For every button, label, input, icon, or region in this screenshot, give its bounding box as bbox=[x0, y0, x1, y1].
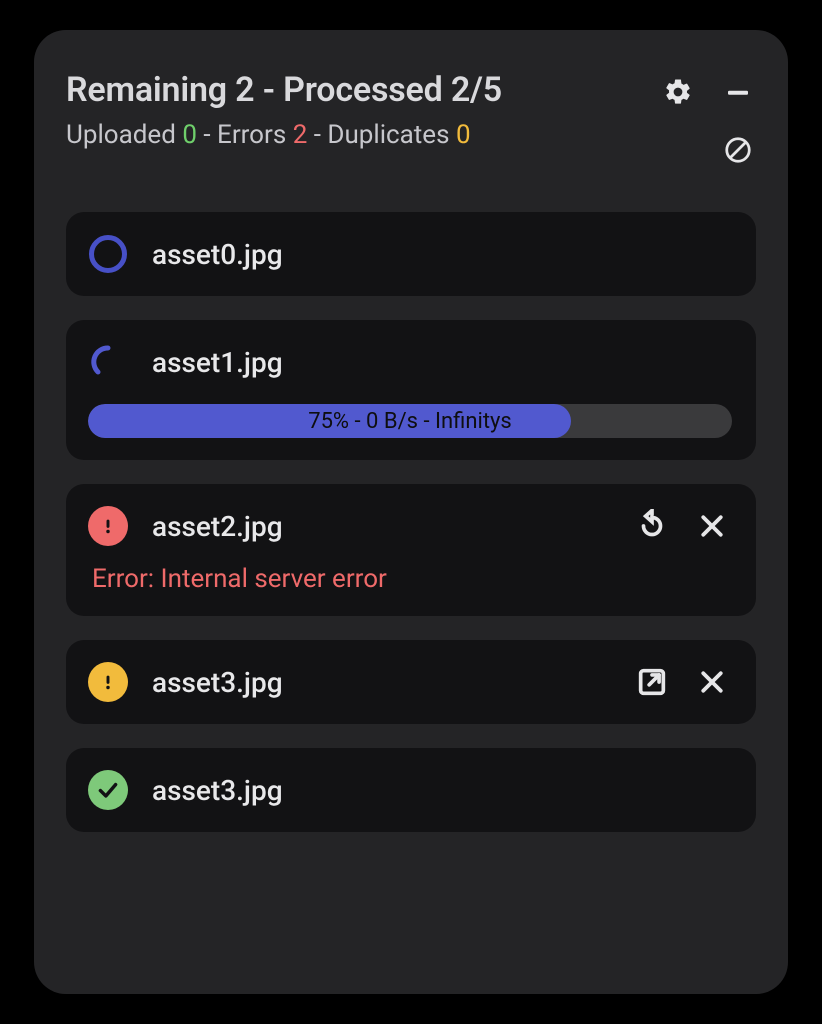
progress-label: 75% - 0 B/s - Infinitys bbox=[88, 404, 732, 438]
header-actions bbox=[660, 70, 756, 168]
uploaded-label: Uploaded bbox=[66, 120, 182, 150]
errors-count: 2 bbox=[293, 120, 308, 150]
dismiss-button[interactable] bbox=[692, 662, 732, 702]
row-main: asset1.jpg bbox=[88, 342, 732, 382]
cancel-icon bbox=[723, 135, 753, 165]
progress-bar: 75% - 0 B/s - Infinitys bbox=[88, 404, 732, 438]
dismiss-button[interactable] bbox=[692, 506, 732, 546]
file-name: asset0.jpg bbox=[152, 238, 283, 271]
errors-label: - Errors bbox=[197, 120, 293, 150]
status-uploading bbox=[88, 342, 128, 382]
row-actions bbox=[632, 506, 732, 546]
open-external-icon bbox=[635, 665, 669, 699]
header-actions-top bbox=[660, 74, 756, 110]
row-main: asset0.jpg bbox=[88, 234, 732, 274]
row-main: asset2.jpg bbox=[88, 506, 732, 546]
cancel-all-button[interactable] bbox=[720, 132, 756, 168]
error-message: Error: Internal server error bbox=[88, 564, 732, 594]
uploaded-count: 0 bbox=[182, 120, 197, 150]
close-icon bbox=[697, 667, 727, 697]
status-success bbox=[88, 770, 128, 810]
file-name: asset3.jpg bbox=[152, 666, 283, 699]
panel-header: Remaining 2 - Processed 2/5 Uploaded 0 -… bbox=[66, 70, 756, 168]
upload-row: asset1.jpg 75% - 0 B/s - Infinitys bbox=[66, 320, 756, 460]
circle-icon bbox=[89, 235, 127, 273]
file-name: asset2.jpg bbox=[152, 510, 283, 543]
settings-button[interactable] bbox=[660, 74, 696, 110]
upload-panel: Remaining 2 - Processed 2/5 Uploaded 0 -… bbox=[34, 30, 788, 994]
duplicates-count: 0 bbox=[456, 120, 471, 150]
gear-icon bbox=[663, 77, 693, 107]
minimize-icon bbox=[723, 77, 753, 107]
title: Remaining 2 - Processed 2/5 bbox=[66, 70, 502, 110]
open-button[interactable] bbox=[632, 662, 672, 702]
row-main: asset3.jpg bbox=[88, 662, 732, 702]
header-texts: Remaining 2 - Processed 2/5 Uploaded 0 -… bbox=[66, 70, 502, 150]
status-error bbox=[88, 506, 128, 546]
upload-row: asset3.jpg bbox=[66, 640, 756, 724]
upload-row: asset0.jpg bbox=[66, 212, 756, 296]
spinner-icon bbox=[90, 344, 126, 380]
file-name: asset1.jpg bbox=[152, 346, 283, 379]
exclamation-icon bbox=[97, 515, 119, 537]
status-pending bbox=[88, 234, 128, 274]
row-main: asset3.jpg bbox=[88, 770, 732, 810]
retry-icon bbox=[635, 509, 669, 543]
retry-button[interactable] bbox=[632, 506, 672, 546]
check-icon bbox=[95, 777, 121, 803]
file-name: asset3.jpg bbox=[152, 774, 283, 807]
subtitle: Uploaded 0 - Errors 2 - Duplicates 0 bbox=[66, 120, 502, 150]
exclamation-icon bbox=[97, 671, 119, 693]
upload-list: asset0.jpg asset1.jpg 75% - 0 B/s - Infi… bbox=[66, 212, 756, 832]
close-icon bbox=[697, 511, 727, 541]
upload-row: asset3.jpg bbox=[66, 748, 756, 832]
row-actions bbox=[632, 662, 732, 702]
duplicates-label: - Duplicates bbox=[307, 120, 456, 150]
minimize-button[interactable] bbox=[720, 74, 756, 110]
upload-row: asset2.jpg Error: Internal server error bbox=[66, 484, 756, 616]
status-duplicate bbox=[88, 662, 128, 702]
